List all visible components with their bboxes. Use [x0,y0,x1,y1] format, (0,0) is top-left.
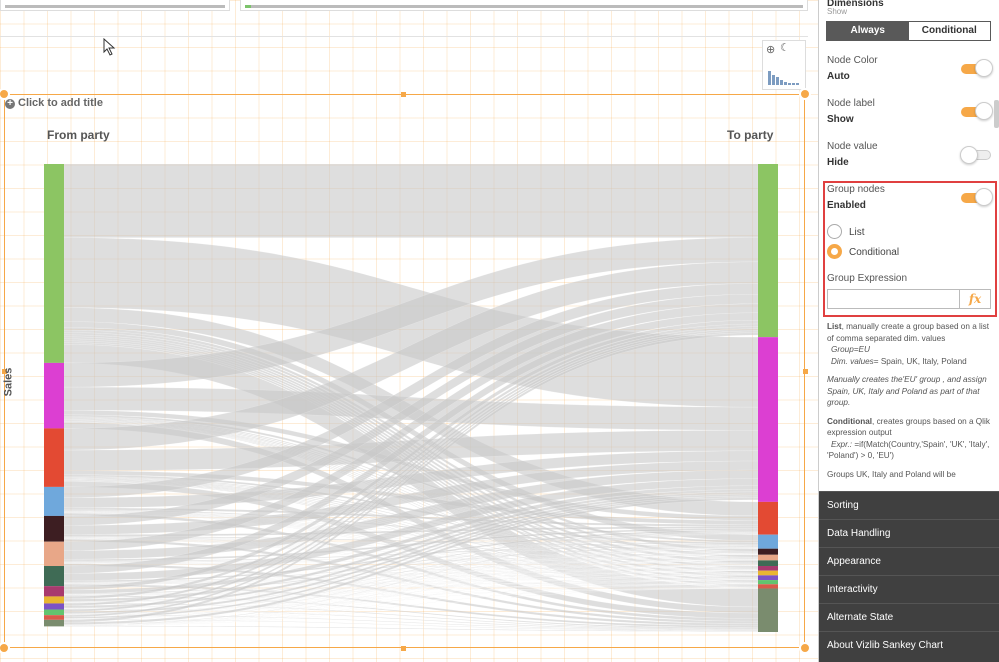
source-node[interactable] [44,486,64,516]
target-node[interactable] [758,566,778,571]
node-value-toggle[interactable] [960,146,991,164]
accordion-interactivity[interactable]: Interactivity [819,575,999,603]
seg-conditional-button[interactable]: Conditional [908,22,990,40]
group-expression-label: Group Expression [827,273,908,284]
target-node[interactable] [758,570,778,576]
sankey-chart[interactable] [0,0,818,662]
radio-conditional[interactable] [827,244,842,259]
node-value-setting: Node value Hide [827,141,878,168]
sankey-links[interactable] [63,163,759,632]
node-label-toggle[interactable] [961,102,993,120]
target-node[interactable] [758,584,778,589]
radio-list[interactable] [827,224,842,239]
target-node[interactable] [758,534,778,549]
target-node[interactable] [758,588,778,632]
target-node[interactable] [758,501,778,535]
group-nodes-toggle[interactable] [961,188,993,206]
target-node[interactable] [758,548,778,555]
accordion-data-handling[interactable]: Data Handling [819,519,999,547]
seg-always-button[interactable]: Always [827,22,909,40]
node-label-setting: Node label Show [827,98,875,125]
source-node[interactable] [44,609,64,616]
target-node[interactable] [758,164,778,338]
radio-conditional-label: Conditional [849,247,900,258]
accordion-about[interactable]: About Vizlib Sankey Chart [819,631,999,662]
node-color-setting: Node Color Auto [827,55,878,82]
source-node[interactable] [44,428,64,487]
target-node[interactable] [758,575,778,581]
accordion-sorting[interactable]: Sorting [819,491,999,519]
group-expression-input[interactable] [827,289,960,309]
source-node[interactable] [44,586,64,597]
node-color-toggle[interactable] [961,59,993,77]
show-label: Show [827,7,848,16]
source-node[interactable] [44,541,64,567]
fx-expression-button[interactable]: fx [959,289,991,309]
target-node[interactable] [758,337,778,502]
show-segmented-control[interactable]: Always Conditional [826,21,991,41]
accordion-appearance[interactable]: Appearance [819,547,999,575]
target-node[interactable] [758,554,778,561]
target-node[interactable] [758,560,778,567]
sankey-link[interactable] [63,163,759,238]
group-nodes-setting: Group nodes Enabled [827,184,885,211]
radio-list-label: List [849,227,865,238]
source-node[interactable] [44,164,64,363]
help-text: List, manually create a group based on a… [827,322,990,479]
target-node[interactable] [758,580,778,585]
source-node[interactable] [44,619,64,627]
properties-panel: Dimensions Show Always Conditional Node … [818,0,999,662]
source-node[interactable] [44,515,64,542]
source-node[interactable] [44,566,64,587]
panel-scrollbar[interactable] [994,100,999,128]
source-node[interactable] [44,615,64,620]
source-node[interactable] [44,596,64,604]
accordion-alternate-state[interactable]: Alternate State [819,603,999,631]
source-node[interactable] [44,362,64,429]
sheet-canvas: ⊕ ☾ + Click to add title From party To pa… [0,0,818,662]
source-node[interactable] [44,603,64,610]
